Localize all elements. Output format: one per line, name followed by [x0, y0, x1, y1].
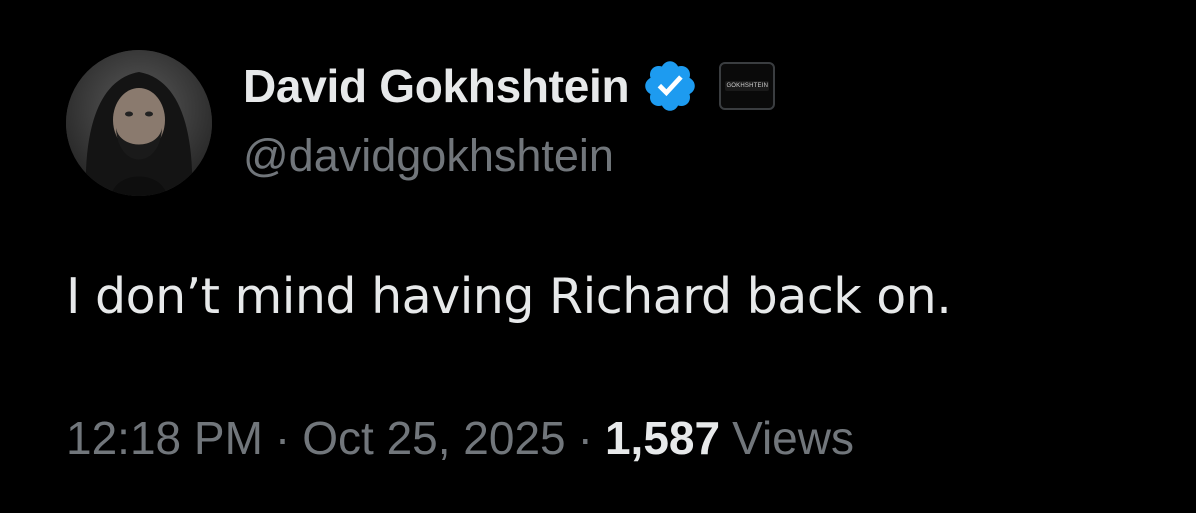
avatar[interactable] [66, 50, 212, 196]
tweet-time[interactable]: 12:18 PM [66, 415, 263, 461]
tweet-meta: 12:18 PM · Oct 25, 2025 · 1,587 Views [66, 415, 854, 461]
views-label: Views [732, 412, 854, 464]
affiliate-badge-text: GOKHSHTEIN [726, 83, 769, 89]
author-display-name[interactable]: David Gokhshtein [243, 63, 630, 109]
affiliate-badge[interactable]: GOKHSHTEIN [719, 62, 776, 110]
meta-separator: · [274, 412, 291, 464]
author-handle[interactable]: @davidgokhshtein [243, 133, 614, 178]
tweet-text: I don’t mind having Richard back on. [66, 268, 952, 325]
meta-separator: · [577, 412, 593, 464]
affiliate-badge-logo: GOKHSHTEIN [725, 81, 770, 91]
author-name-row: David Gokhshtein GOKHSHTEIN [243, 54, 776, 118]
tweet-date[interactable]: Oct 25, 2025 [302, 415, 565, 461]
verified-badge-icon[interactable] [641, 57, 699, 115]
views-count: 1,587 [604, 412, 721, 464]
avatar-photo [66, 50, 212, 196]
